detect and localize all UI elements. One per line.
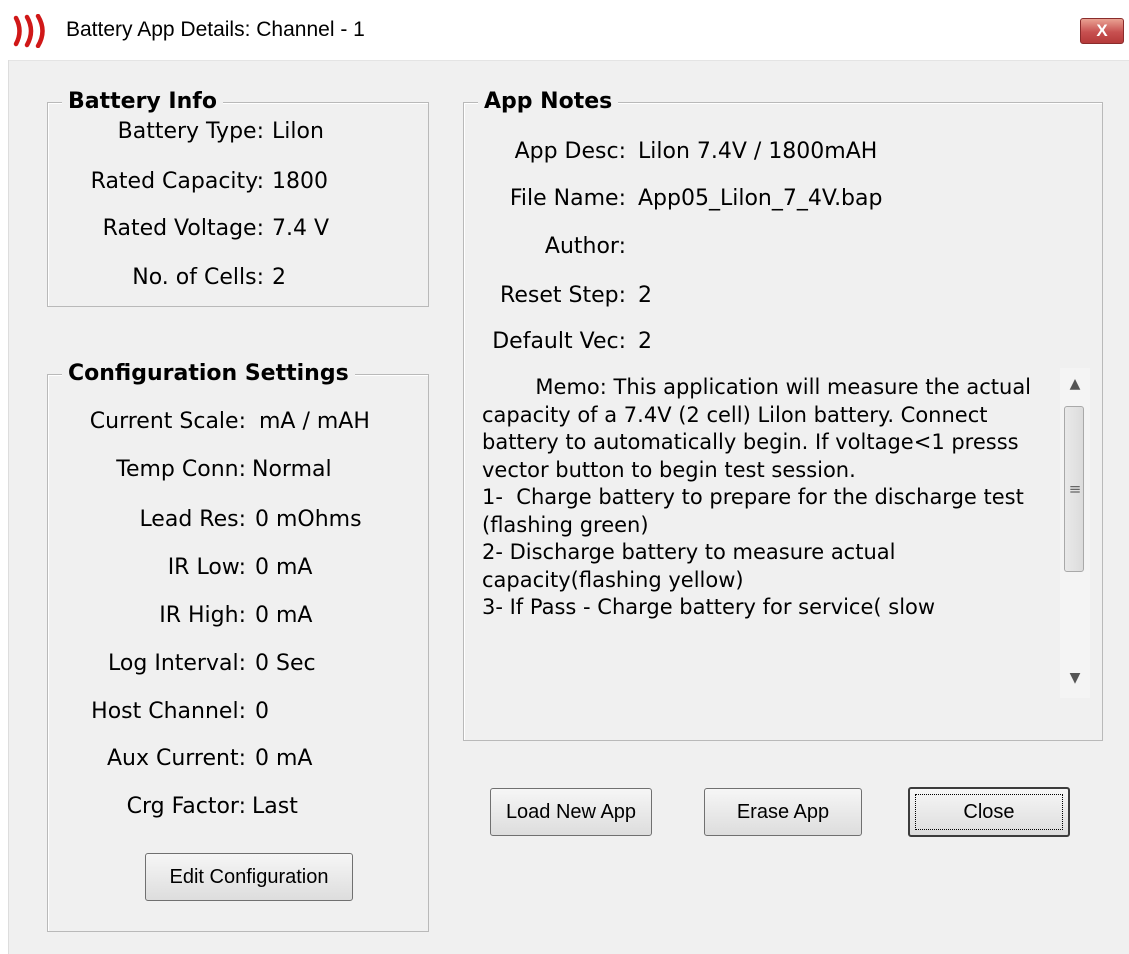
focus-ring — [915, 794, 1063, 830]
file-name-value: App05_Lilon_7_4V.bap — [638, 186, 883, 211]
host-channel-value: 0 — [255, 699, 269, 724]
crg-factor-row: Crg Factor: Last — [0, 793, 430, 823]
ir-high-label: IR High: — [159, 603, 246, 628]
edit-configuration-button[interactable]: Edit Configuration — [145, 853, 353, 901]
memo-scrollbar[interactable]: ▲ ≡ ▼ — [1060, 368, 1090, 698]
lead-res-label: Lead Res: — [139, 507, 246, 532]
temp-conn-row: Temp Conn: Normal — [0, 456, 430, 486]
default-vec-value: 2 — [638, 329, 652, 354]
lead-res-value: 0 mOhms — [255, 507, 362, 532]
crg-factor-label: Crg Factor: — [126, 794, 246, 819]
configuration-settings-title: Configuration Settings — [62, 360, 355, 388]
aux-current-row: Aux Current: 0 mA — [0, 745, 430, 775]
current-scale-value: mA / mAH — [259, 409, 370, 434]
memo-text: Memo: This application will measure the … — [482, 375, 1032, 619]
speaker-waves-icon — [13, 14, 45, 48]
load-new-app-button[interactable]: Load New App — [490, 788, 652, 836]
ir-low-value: 0 mA — [255, 555, 313, 580]
app-desc-value: Lilon 7.4V / 1800mAH — [638, 139, 878, 164]
reset-step-row: Reset Step: 2 — [0, 282, 900, 312]
reset-step-label: Reset Step: — [500, 283, 626, 308]
host-channel-row: Host Channel: 0 — [0, 698, 430, 728]
ir-high-row: IR High: 0 mA — [0, 602, 430, 632]
battery-info-title: Battery Info — [62, 88, 223, 116]
log-interval-row: Log Interval: 0 Sec — [0, 650, 430, 680]
close-icon: X — [1096, 21, 1108, 40]
current-scale-row: Current Scale: mA / mAH — [0, 408, 430, 438]
memo-textarea[interactable]: Memo: This application will measure the … — [466, 368, 1090, 698]
app-desc-row: App Desc: Lilon 7.4V / 1800mAH — [0, 138, 900, 168]
lead-res-row: Lead Res: 0 mOhms — [0, 506, 430, 536]
default-vec-label: Default Vec: — [492, 329, 626, 354]
window-close-button[interactable]: X — [1080, 18, 1124, 44]
erase-app-button[interactable]: Erase App — [704, 788, 862, 836]
author-row: Author: — [0, 233, 900, 263]
current-scale-label: Current Scale: — [89, 409, 246, 434]
host-channel-label: Host Channel: — [91, 699, 246, 724]
file-name-label: File Name: — [509, 186, 626, 211]
log-interval-value: 0 Sec — [255, 651, 316, 676]
scroll-thumb[interactable]: ≡ — [1064, 406, 1084, 572]
crg-factor-value: Last — [252, 794, 298, 819]
default-vec-row: Default Vec: 2 — [0, 328, 900, 358]
author-label: Author: — [544, 234, 626, 259]
aux-current-label: Aux Current: — [106, 746, 246, 771]
ir-high-value: 0 mA — [255, 603, 313, 628]
ir-low-row: IR Low: 0 mA — [0, 554, 430, 584]
scroll-down-arrow-icon[interactable]: ▼ — [1060, 664, 1090, 692]
app-desc-label: App Desc: — [514, 139, 626, 164]
scroll-up-arrow-icon[interactable]: ▲ — [1060, 370, 1090, 398]
title-bar: Battery App Details: Channel - 1 X — [0, 0, 1129, 61]
ir-low-label: IR Low: — [167, 555, 246, 580]
log-interval-label: Log Interval: — [108, 651, 246, 676]
grip-icon: ≡ — [1068, 480, 1082, 498]
close-button[interactable]: Close — [908, 787, 1070, 837]
file-name-row: File Name: App05_Lilon_7_4V.bap — [0, 185, 900, 215]
window-title: Battery App Details: Channel - 1 — [66, 18, 365, 41]
app-notes-title: App Notes — [478, 88, 619, 116]
reset-step-value: 2 — [638, 283, 652, 308]
temp-conn-value: Normal — [252, 457, 332, 482]
aux-current-value: 0 mA — [255, 746, 313, 771]
temp-conn-label: Temp Conn: — [116, 457, 246, 482]
